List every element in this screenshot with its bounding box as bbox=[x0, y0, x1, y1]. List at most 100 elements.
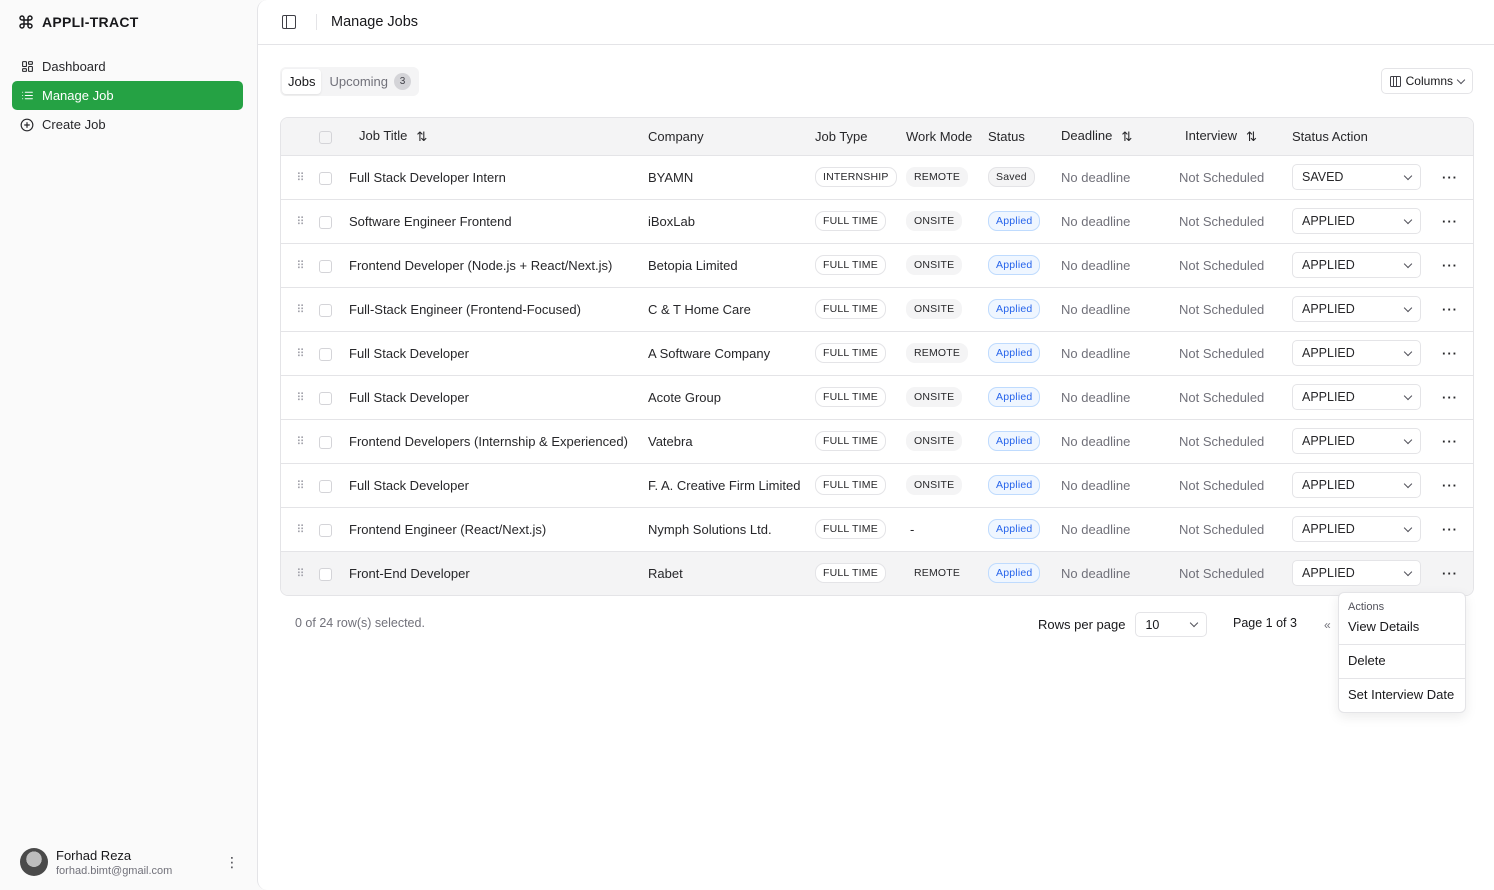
table-row[interactable]: ⠿ Frontend Engineer (React/Next.js) Nymp… bbox=[281, 507, 1473, 551]
sort-icon[interactable]: ⇅ bbox=[416, 129, 427, 145]
status-cell: Applied bbox=[988, 463, 1061, 507]
drag-handle-icon[interactable]: ⠿ bbox=[281, 243, 319, 287]
more-horizontal-icon[interactable]: ··· bbox=[1437, 385, 1463, 409]
row-select bbox=[319, 419, 349, 463]
table-row[interactable]: ⠿ Frontend Developers (Internship & Expe… bbox=[281, 419, 1473, 463]
deadline: No deadline bbox=[1061, 389, 1131, 405]
status-cell: Applied bbox=[988, 331, 1061, 375]
row-checkbox[interactable] bbox=[319, 171, 332, 185]
interview: Not Scheduled bbox=[1179, 169, 1265, 185]
avatar bbox=[20, 848, 48, 876]
job-type-badge: FULL TIME bbox=[815, 431, 886, 451]
company: Acote Group bbox=[648, 389, 721, 405]
row-checkbox[interactable] bbox=[319, 347, 332, 361]
status-select[interactable]: APPLIED bbox=[1292, 560, 1421, 587]
status-badge: Applied bbox=[988, 519, 1041, 539]
table-row[interactable]: ⠿ Frontend Developer (Node.js + React/Ne… bbox=[281, 243, 1473, 287]
chevron-down-icon bbox=[1456, 75, 1466, 84]
interview: Not Scheduled bbox=[1179, 433, 1265, 449]
more-horizontal-icon[interactable]: ··· bbox=[1437, 473, 1463, 497]
table-row[interactable]: ⠿ Full Stack Developer Acote Group FULL … bbox=[281, 375, 1473, 419]
more-horizontal-icon[interactable]: ··· bbox=[1437, 429, 1463, 453]
sort-icon[interactable]: ⇅ bbox=[1121, 129, 1132, 145]
work-mode: - bbox=[910, 521, 915, 537]
more-horizontal-icon[interactable]: ··· bbox=[1437, 517, 1463, 541]
sidebar-toggle-icon[interactable] bbox=[282, 15, 296, 29]
job-type-cell: FULL TIME bbox=[815, 331, 906, 375]
row-checkbox[interactable] bbox=[319, 303, 332, 317]
columns-button[interactable]: Columns bbox=[1380, 68, 1473, 94]
row-checkbox[interactable] bbox=[319, 391, 332, 405]
status-select[interactable]: APPLIED bbox=[1292, 428, 1421, 454]
menu-item-delete[interactable]: Delete bbox=[1339, 649, 1465, 674]
drag-handle-icon[interactable]: ⠿ bbox=[281, 199, 319, 243]
row-checkbox[interactable] bbox=[319, 435, 332, 449]
header-company: Company bbox=[648, 128, 704, 144]
drag-handle-icon[interactable]: ⠿ bbox=[281, 155, 319, 199]
table-row[interactable]: ⠿ Full-Stack Engineer (Frontend-Focused)… bbox=[281, 287, 1473, 331]
more-horizontal-icon[interactable]: ··· bbox=[1437, 341, 1463, 365]
more-horizontal-icon[interactable]: ··· bbox=[1437, 297, 1463, 321]
status-select[interactable]: APPLIED bbox=[1292, 208, 1421, 234]
row-checkbox[interactable] bbox=[319, 567, 332, 581]
drag-handle-icon[interactable]: ⠿ bbox=[281, 419, 319, 463]
status-badge: Applied bbox=[988, 563, 1041, 584]
header-job-title[interactable]: Job Title ⇅ bbox=[349, 118, 648, 155]
table-row[interactable]: ⠿ Full Stack Developer A Software Compan… bbox=[281, 331, 1473, 375]
status-select-value: APPLIED bbox=[1302, 434, 1355, 448]
drag-handle-icon[interactable]: ⠿ bbox=[281, 463, 319, 507]
drag-handle-icon[interactable]: ⠿ bbox=[281, 375, 319, 419]
row-checkbox[interactable] bbox=[319, 215, 332, 229]
table-row[interactable]: ⠿ Software Engineer Frontend iBoxLab FUL… bbox=[281, 199, 1473, 243]
interview: Not Scheduled bbox=[1179, 477, 1265, 493]
sidebar-item-dashboard[interactable]: Dashboard bbox=[12, 52, 243, 81]
drag-handle-icon[interactable]: ⠿ bbox=[281, 507, 319, 551]
sort-icon[interactable]: ⇅ bbox=[1246, 129, 1257, 145]
table-row[interactable]: ⠿ Full Stack Developer F. A. Creative Fi… bbox=[281, 463, 1473, 507]
menu-divider bbox=[1339, 678, 1465, 679]
deadline: No deadline bbox=[1061, 565, 1131, 581]
drag-handle-icon[interactable]: ⠿ bbox=[281, 287, 319, 331]
status-select[interactable]: APPLIED bbox=[1292, 252, 1421, 278]
job-title: Frontend Developers (Internship & Experi… bbox=[349, 433, 628, 449]
more-horizontal-icon[interactable]: ··· bbox=[1437, 253, 1463, 277]
status-select[interactable]: APPLIED bbox=[1292, 516, 1421, 542]
status-select[interactable]: APPLIED bbox=[1292, 384, 1421, 410]
more-horizontal-icon[interactable]: ··· bbox=[1437, 561, 1463, 586]
sidebar: APPLI-TRACT Dashboard Manage Job Create … bbox=[0, 0, 256, 890]
select-all-checkbox[interactable] bbox=[319, 130, 332, 144]
sidebar-item-create-job[interactable]: Create Job bbox=[12, 110, 243, 139]
status-select[interactable]: APPLIED bbox=[1292, 296, 1421, 322]
more-horizontal-icon[interactable]: ··· bbox=[1437, 165, 1463, 189]
job-type-cell: FULL TIME bbox=[815, 507, 906, 551]
header-interview[interactable]: Interview ⇅ bbox=[1175, 118, 1292, 155]
brand[interactable]: APPLI-TRACT bbox=[18, 14, 139, 30]
user-profile[interactable]: Forhad Reza forhad.bimt@gmail.com ⋮ bbox=[20, 842, 240, 882]
more-horizontal-icon[interactable]: ··· bbox=[1437, 209, 1463, 233]
table-row[interactable]: ⠿ Front-End Developer Rabet FULL TIME RE… bbox=[281, 551, 1473, 595]
work-mode-badge: ONSITE bbox=[906, 211, 963, 231]
sidebar-item-manage-job[interactable]: Manage Job bbox=[12, 81, 243, 110]
work-mode-badge: REMOTE bbox=[906, 167, 969, 187]
vertical-dots-icon[interactable]: ⋮ bbox=[224, 854, 240, 871]
menu-item-view-details[interactable]: View Details bbox=[1339, 615, 1465, 640]
table-row[interactable]: ⠿ Full Stack Developer Intern BYAMN INTE… bbox=[281, 155, 1473, 199]
work-mode-cell: ONSITE bbox=[906, 287, 988, 331]
row-checkbox[interactable] bbox=[319, 259, 332, 273]
tab-upcoming[interactable]: Upcoming 3 bbox=[323, 69, 417, 94]
menu-item-set-interview-date[interactable]: Set Interview Date bbox=[1339, 683, 1465, 708]
header-status: Status bbox=[988, 128, 1025, 144]
list-icon bbox=[20, 89, 34, 103]
user-info: Forhad Reza forhad.bimt@gmail.com bbox=[56, 848, 216, 877]
drag-handle-icon[interactable]: ⠿ bbox=[281, 331, 319, 375]
rows-per-page-select[interactable]: 10 bbox=[1135, 612, 1208, 637]
drag-handle-icon[interactable]: ⠿ bbox=[281, 551, 319, 595]
status-select[interactable]: SAVED bbox=[1292, 164, 1421, 190]
status-select[interactable]: APPLIED bbox=[1292, 472, 1421, 498]
tab-jobs[interactable]: Jobs bbox=[282, 69, 322, 94]
status-select[interactable]: APPLIED bbox=[1292, 340, 1421, 366]
row-checkbox[interactable] bbox=[319, 479, 332, 493]
row-checkbox[interactable] bbox=[319, 523, 332, 537]
header-deadline[interactable]: Deadline ⇅ bbox=[1061, 118, 1175, 155]
row-select bbox=[319, 375, 349, 419]
